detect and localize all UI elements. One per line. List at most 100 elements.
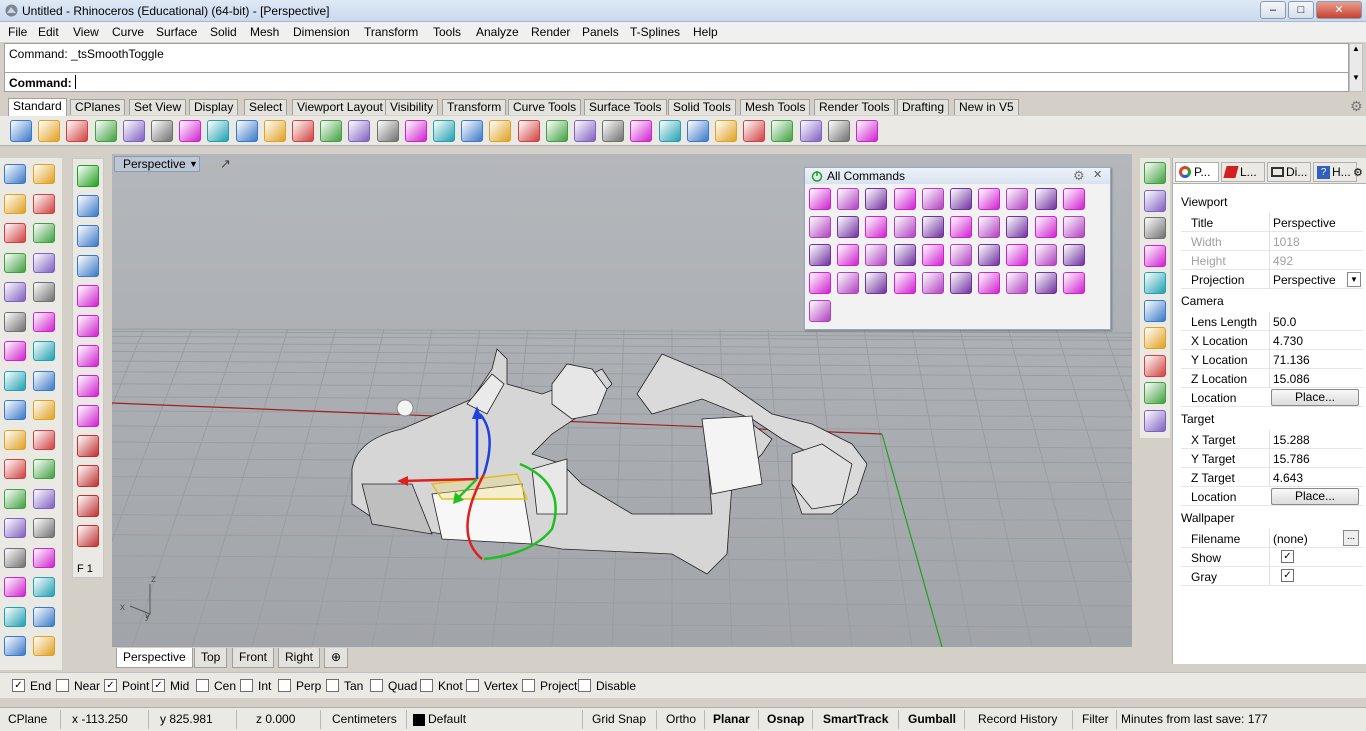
menu-surface[interactable]: Surface — [156, 25, 197, 39]
left-tool-11-1-icon[interactable] — [33, 488, 55, 509]
status-units[interactable]: Centimeters — [332, 712, 397, 726]
tspline-command-22-icon[interactable] — [837, 244, 860, 266]
tsplines-tool-7-icon[interactable] — [77, 375, 99, 397]
tspline-command-21-icon[interactable] — [809, 244, 831, 266]
add-viewport-tab-button[interactable]: ⊕ — [324, 648, 349, 668]
osnap-int-checkbox[interactable] — [240, 679, 253, 692]
viewport-maximize-icon[interactable]: ↗ — [220, 156, 231, 172]
light-icon[interactable] — [574, 120, 596, 142]
menu-curve[interactable]: Curve — [112, 25, 144, 39]
tab-select[interactable]: Select — [244, 99, 288, 115]
left-tool-1-0-icon[interactable] — [4, 193, 26, 214]
osnap-vertex-checkbox[interactable] — [466, 679, 479, 692]
prop-row-gray[interactable]: Gray ✓ — [1181, 567, 1363, 586]
prop-row-title[interactable]: Title Perspective — [1181, 213, 1363, 232]
command-scrollbar[interactable]: ▲ ▼ — [1349, 43, 1363, 92]
menu-tsplines[interactable]: T-Splines — [630, 25, 680, 39]
left-tool-5-0-icon[interactable] — [4, 311, 26, 332]
tab-cplanes[interactable]: CPlanes — [70, 99, 126, 115]
osnap-toggle[interactable]: Osnap — [767, 712, 804, 726]
prop-row-y-target[interactable]: Y Target 15.786 — [1181, 449, 1363, 468]
tsplines-tool-0-icon[interactable] — [77, 165, 99, 187]
render-sphere-icon[interactable] — [686, 120, 709, 142]
osnap-knot-checkbox[interactable] — [420, 679, 433, 692]
left-tool-10-1-icon[interactable] — [33, 459, 55, 479]
left-tool-10-0-icon[interactable] — [4, 459, 26, 479]
cut-icon[interactable] — [151, 120, 173, 142]
copy-icon[interactable] — [179, 120, 202, 142]
save-icon[interactable] — [66, 120, 89, 142]
tspline-command-20-icon[interactable] — [1062, 216, 1085, 238]
left-tool-13-1-icon[interactable] — [33, 547, 55, 568]
tspline-command-24-icon[interactable] — [893, 244, 916, 266]
prop-row-z-location[interactable]: Z Location 15.086 — [1181, 369, 1363, 388]
left-tool-14-0-icon[interactable] — [4, 577, 26, 597]
zoom-extents-icon[interactable] — [376, 120, 399, 142]
viewport-title-tab[interactable]: Perspective ▼ — [114, 156, 200, 172]
tspline-command-10-icon[interactable] — [1062, 188, 1085, 210]
tspline-command-9-icon[interactable] — [1034, 188, 1057, 210]
tsplines-tool-2-icon[interactable] — [77, 225, 99, 247]
tab-visibility[interactable]: Visibility — [385, 99, 439, 115]
pan-icon[interactable] — [263, 120, 286, 142]
prop-row-lens-length[interactable]: Lens Length 50.0 — [1181, 312, 1363, 331]
osnap-mid-checkbox[interactable]: ✓ — [152, 679, 165, 692]
osnap-quad-checkbox[interactable] — [370, 679, 383, 692]
tspline-command-31-icon[interactable] — [809, 272, 831, 294]
close-button[interactable]: ✕ — [1316, 1, 1362, 19]
tspline-command-37-icon[interactable] — [978, 272, 1001, 294]
ortho-toggle[interactable]: Ortho — [666, 712, 696, 726]
tab-display[interactable]: Display — [189, 99, 239, 115]
tspline-command-32-icon[interactable] — [837, 272, 860, 294]
osnap-end-checkbox[interactable]: ✓ — [12, 679, 25, 692]
left-tool-13-0-icon[interactable] — [4, 547, 26, 568]
left-tool-4-0-icon[interactable] — [4, 282, 26, 302]
tspline-command-30-icon[interactable] — [1062, 244, 1085, 266]
tspline-command-14-icon[interactable] — [893, 216, 916, 238]
tspline-command-18-icon[interactable] — [1006, 216, 1029, 238]
panel-tool-9-icon[interactable] — [1144, 382, 1166, 404]
menu-edit[interactable]: Edit — [38, 25, 59, 39]
open-icon[interactable] — [38, 120, 61, 142]
left-tool-16-0-icon[interactable] — [4, 636, 26, 656]
panel-tool-8-icon[interactable] — [1144, 354, 1166, 377]
left-tool-8-1-icon[interactable] — [33, 400, 55, 420]
left-tool-12-0-icon[interactable] — [4, 518, 26, 538]
tab-help[interactable]: ? H... — [1313, 162, 1357, 182]
left-tool-0-0-icon[interactable] — [4, 164, 26, 184]
scroll-up-icon[interactable]: ▲ — [1350, 44, 1362, 53]
zoom-selected-icon[interactable] — [404, 120, 427, 142]
tab-drafting[interactable]: Drafting — [897, 99, 950, 115]
point-icon[interactable] — [545, 120, 568, 142]
left-tool-0-1-icon[interactable] — [33, 164, 55, 184]
tab-transform[interactable]: Transform — [442, 99, 507, 115]
all-commands-header[interactable]: All Commands ⚙ ✕ — [805, 168, 1110, 184]
left-tool-4-1-icon[interactable] — [33, 282, 55, 302]
render-preview-icon[interactable] — [715, 120, 737, 142]
paste-icon[interactable] — [207, 120, 230, 142]
prop-row-x-location[interactable]: X Location 4.730 — [1181, 331, 1363, 350]
new-icon[interactable] — [10, 120, 32, 142]
tspline-command-38-icon[interactable] — [1006, 272, 1029, 294]
left-tool-14-1-icon[interactable] — [33, 577, 55, 597]
planar-toggle[interactable]: Planar — [713, 712, 750, 726]
lock-icon[interactable] — [602, 120, 625, 142]
gear-tools-icon[interactable] — [799, 120, 822, 142]
tspline-command-13-icon[interactable] — [865, 216, 888, 238]
panel-tool-4-icon[interactable] — [1144, 244, 1166, 267]
gray-checkbox[interactable]: ✓ — [1281, 569, 1294, 582]
tspline-command-36-icon[interactable] — [950, 272, 972, 294]
left-tool-7-1-icon[interactable] — [33, 370, 55, 391]
prop-row-z-target[interactable]: Z Target 4.643 — [1181, 468, 1363, 487]
tsplines-tool-11-icon[interactable] — [77, 495, 99, 517]
filename-browse-button[interactable]: ... — [1343, 530, 1359, 546]
prop-row-y-location[interactable]: Y Location 71.136 — [1181, 350, 1363, 369]
prop-row-show[interactable]: Show ✓ — [1181, 548, 1363, 567]
command-line[interactable]: Command: — [4, 72, 1349, 92]
color-wheel-icon[interactable] — [658, 120, 681, 142]
tab-surface-tools[interactable]: Surface Tools — [584, 99, 667, 115]
left-tool-15-0-icon[interactable] — [4, 606, 26, 627]
tspline-command-6-icon[interactable] — [950, 188, 972, 210]
tsplines-tool-1-icon[interactable] — [77, 195, 99, 217]
tsplines-tool-12-icon[interactable] — [77, 525, 99, 547]
